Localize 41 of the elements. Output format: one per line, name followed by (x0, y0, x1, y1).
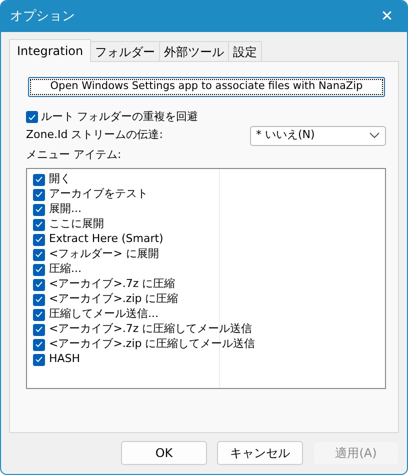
tab[interactable]: フォルダー (90, 41, 160, 61)
checkbox[interactable] (33, 294, 45, 306)
dialog-button[interactable]: OK (121, 441, 207, 465)
menu-item-label: <アーカイブ>.7z に圧縮してメール送信 (49, 321, 252, 338)
menu-item-label: 圧縮してメール送信... (49, 306, 158, 322)
menu-item-label: Extract Here (Smart) (49, 231, 164, 248)
checkbox[interactable] (33, 204, 45, 216)
checkbox[interactable] (33, 278, 45, 290)
checkbox[interactable] (33, 308, 45, 320)
menu-item-label: ここに展開 (49, 216, 104, 232)
tab[interactable]: 設定 (228, 41, 262, 61)
menu-item-label: <アーカイブ>.zip に圧縮 (49, 291, 178, 308)
menu-item-label: <アーカイブ>.7z に圧縮 (49, 276, 176, 292)
menu-item-label: 展開... (49, 201, 82, 218)
zone-id-label: Zone.Id ストリームの伝達: (26, 127, 163, 144)
checkbox[interactable] (33, 248, 45, 260)
checkbox[interactable] (33, 234, 45, 246)
tab[interactable]: Integration (9, 39, 92, 62)
menu-item-label: <アーカイブ>.zip に圧縮してメール送信 (49, 336, 256, 352)
checkbox[interactable] (33, 174, 45, 186)
chevron-down-icon (369, 132, 380, 139)
zone-id-dropdown[interactable]: * いいえ(N) (250, 126, 386, 146)
close-button[interactable]: ✕ (367, 1, 407, 32)
menu-item-label: 開く (49, 171, 71, 188)
checkbox-label: ルート フォルダーの重複を回避 (40, 109, 198, 125)
checkbox[interactable] (33, 338, 45, 350)
tab[interactable]: 外部ツール (159, 41, 230, 61)
checkbox[interactable] (26, 111, 38, 124)
checkbox[interactable] (33, 218, 45, 230)
checkbox[interactable] (33, 188, 45, 200)
checkbox[interactable] (33, 264, 45, 276)
checkbox[interactable] (33, 354, 45, 366)
menu-items-label: メニュー アイテム: (26, 146, 122, 162)
menu-item-label: アーカイブをテスト (49, 186, 148, 202)
menu-item-label: <フォルダー> に展開 (49, 246, 159, 262)
checkbox[interactable] (33, 324, 45, 336)
dialog-button[interactable]: キャンセル (217, 441, 303, 465)
associate-button[interactable]: Open Windows Settings app to associate files with NanaZip (28, 77, 385, 97)
menu-item-label: 圧縮... (49, 261, 82, 278)
menu-item-label: HASH (49, 351, 80, 368)
window-title: オプション (10, 8, 75, 26)
